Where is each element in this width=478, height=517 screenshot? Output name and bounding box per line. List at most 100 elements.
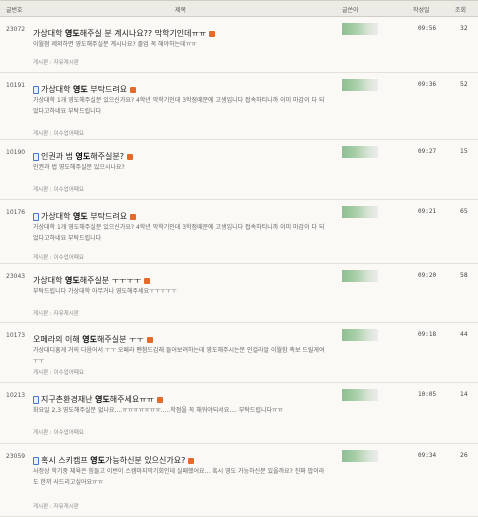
new-icon [130,86,137,93]
post-title[interactable]: 가상대학 영도해주실분 ㅜㅜㅜㅜ [33,276,141,285]
title-post: 해주실분 ㅜㅜ [96,335,144,344]
table-row[interactable]: 10191 가상대학 영도 부탁드려요 가상대학 1개 영도해주실분 있으신가요? … [0,73,478,140]
view-count: 65 [460,208,468,215]
list-header: 글번호 제목 글쓴이 작성일 조회 [0,0,478,17]
new-icon [126,153,133,160]
title-post: 부탁드려요 [87,85,128,94]
post-number: 23072 [6,26,26,33]
new-icon [156,396,163,403]
author-avatar[interactable] [342,146,378,158]
post-title-link[interactable]: 지구촌환경재난 영도해주세요ㅠㅠ [33,389,328,404]
new-icon [188,457,195,464]
board-name[interactable]: 게시판 : 이수업어때요 [33,129,84,137]
post-number: 23059 [6,453,26,460]
table-row[interactable]: 23059 혹시 스키캠프 영도가능하신분 있으신가요? 사정상 학기중 체육은 힘… [0,444,478,517]
post-preview: 인권과 법 영도해주실분 있으시나요? [33,164,125,171]
header-author: 글쓴이 [342,7,359,14]
post-number: 10213 [6,392,26,399]
view-count: 52 [460,81,468,88]
mobile-icon [33,456,39,465]
post-title[interactable]: 가상대학 영도해주실 분 계시나요?? 막학기인데ㅠㅠ [33,29,206,38]
title-post: 가능하신분 있으신가요? [104,456,186,465]
post-time: 09:34 [418,452,437,459]
post-title[interactable]: 가상대학 영도 부탁드려요 [41,85,127,94]
post-time: 09:36 [418,81,437,88]
view-count: 15 [460,148,468,155]
author-avatar[interactable] [342,206,378,218]
post-title[interactable]: 오페라의 이해 영도해주실분 ㅜㅜ [33,335,144,344]
title-keyword: 영도 [95,395,110,404]
post-time: 09:21 [418,208,437,215]
table-row[interactable]: 10176 가상대학 영도 부탁드려요 가상대학 1개 영도해주실분 있으신가요? … [0,200,478,264]
post-preview: 화요일 2,3 영도해주실분 없나요....ㅠㅠㅠㅠㅠㅠㅠ.....학점을 꼭 … [33,407,284,414]
post-preview: 사정상 학기중 체육은 힘들고 이번이 스캠마지막기회인데 실패했어요... 혹… [33,468,325,486]
board-name[interactable]: 게시판 : 자유게시판 [33,502,79,510]
post-time: 09:56 [418,25,437,32]
post-title-link[interactable]: 인권과 법 영도해주실분? [33,146,328,161]
post-title[interactable]: 지구촌환경재난 영도해주세요ㅠㅠ [41,395,154,404]
mobile-icon [33,85,39,94]
post-preview: 가상대학 1개 영도해주실분 있으신가요? 4학년 막학기인데 3학점때문에 고… [33,97,325,115]
title-post: 해주실 분 계시나요?? 막학기인데ㅠㅠ [79,29,207,38]
title-keyword: 영도 [75,152,91,161]
mobile-icon [33,395,39,404]
title-keyword: 영도 [64,276,80,285]
board-name[interactable]: 게시판 : 자유게시판 [33,58,79,66]
post-time: 10:05 [418,391,437,398]
title-post: 해주세요ㅠㅠ [109,395,154,404]
view-count: 26 [460,452,468,459]
header-num: 글번호 [6,7,23,14]
author-avatar[interactable] [342,270,378,282]
table-row[interactable]: 10173 오페라의 이해 영도해주실분 ㅜㅜ 가상대디흥게 거의 다음어서 ㅜㅜ … [0,323,478,383]
post-title-link[interactable]: 가상대학 영도해주실 분 계시나요?? 막학기인데ㅠㅠ [33,23,328,38]
title-pre: 가상대학 [33,29,65,38]
post-title-link[interactable]: 오페라의 이해 영도해주실분 ㅜㅜ [33,329,328,344]
table-row[interactable]: 23043 가상대학 영도해주실분 ㅜㅜㅜㅜ 부탁드립니다 가상대학 아무거나 영도… [0,264,478,323]
new-icon [144,277,151,284]
post-title-link[interactable]: 가상대학 영도 부탁드려요 [33,79,328,94]
mobile-icon [33,212,39,221]
title-pre: 가상대학 [41,212,73,221]
title-keyword: 영도 [72,85,88,94]
board-name[interactable]: 게시판 : 이수업어때요 [33,253,84,261]
author-avatar[interactable] [342,389,378,401]
view-count: 58 [460,272,468,279]
post-preview: 이월점 제외하면 영도해주실분 계시나요? 졸업 꼭 해야하는데ㅠㅠ [33,41,197,48]
post-preview: 부탁드립니다 가상대학 아무거나 영도해주세요ㅜㅜㅜㅜㅜ [33,288,177,295]
board-name[interactable]: 게시판 : 자유게시판 [33,309,79,317]
title-pre: 가상대학 [33,276,65,285]
mobile-icon [33,152,39,161]
board-name[interactable]: 게시판 : 이수업어때요 [33,185,84,193]
title-keyword: 영도 [90,456,105,465]
table-row[interactable]: 23072 가상대학 영도해주실 분 계시나요?? 막학기인데ㅠㅠ 이월점 제외하면… [0,17,478,73]
board-name[interactable]: 게시판 : 이수업어때요 [33,428,84,436]
post-number: 23043 [6,273,26,280]
title-pre: 혹시 스키캠프 [41,456,91,465]
post-number: 10173 [6,332,26,339]
post-title[interactable]: 혹시 스키캠프 영도가능하신분 있으신가요? [41,456,185,465]
author-avatar[interactable] [342,79,378,91]
post-title-link[interactable]: 혹시 스키캠프 영도가능하신분 있으신가요? [33,450,328,465]
title-post: 해주실분 ㅜㅜㅜㅜ [79,276,142,285]
post-title-link[interactable]: 가상대학 영도해주실분 ㅜㅜㅜㅜ [33,270,328,285]
post-title[interactable]: 가상대학 영도 부탁드려요 [41,212,127,221]
author-avatar[interactable] [342,329,378,341]
post-time: 09:20 [418,272,437,279]
header-date: 작성일 [413,7,430,14]
new-icon [130,213,137,220]
new-icon [209,30,216,37]
table-row[interactable]: 10213 지구촌환경재난 영도해주세요ㅠㅠ 화요일 2,3 영도해주실분 없나요.… [0,383,478,444]
post-time: 09:18 [418,331,437,338]
title-pre: 지구촌환경재난 [41,395,96,404]
post-time: 09:27 [418,148,437,155]
view-count: 44 [460,331,468,338]
board-name[interactable]: 게시판 : 이수업어때요 [33,368,84,376]
new-icon [146,336,153,343]
author-avatar[interactable] [342,450,378,462]
post-title-link[interactable]: 가상대학 영도 부탁드려요 [33,206,328,221]
title-keyword: 영도 [82,335,97,344]
author-avatar[interactable] [342,23,378,35]
post-title[interactable]: 인권과 법 영도해주실분? [41,152,124,161]
view-count: 14 [460,391,468,398]
table-row[interactable]: 10190 인권과 법 영도해주실분? 인권과 법 영도해주실분 있으시나요? 게시판… [0,140,478,200]
